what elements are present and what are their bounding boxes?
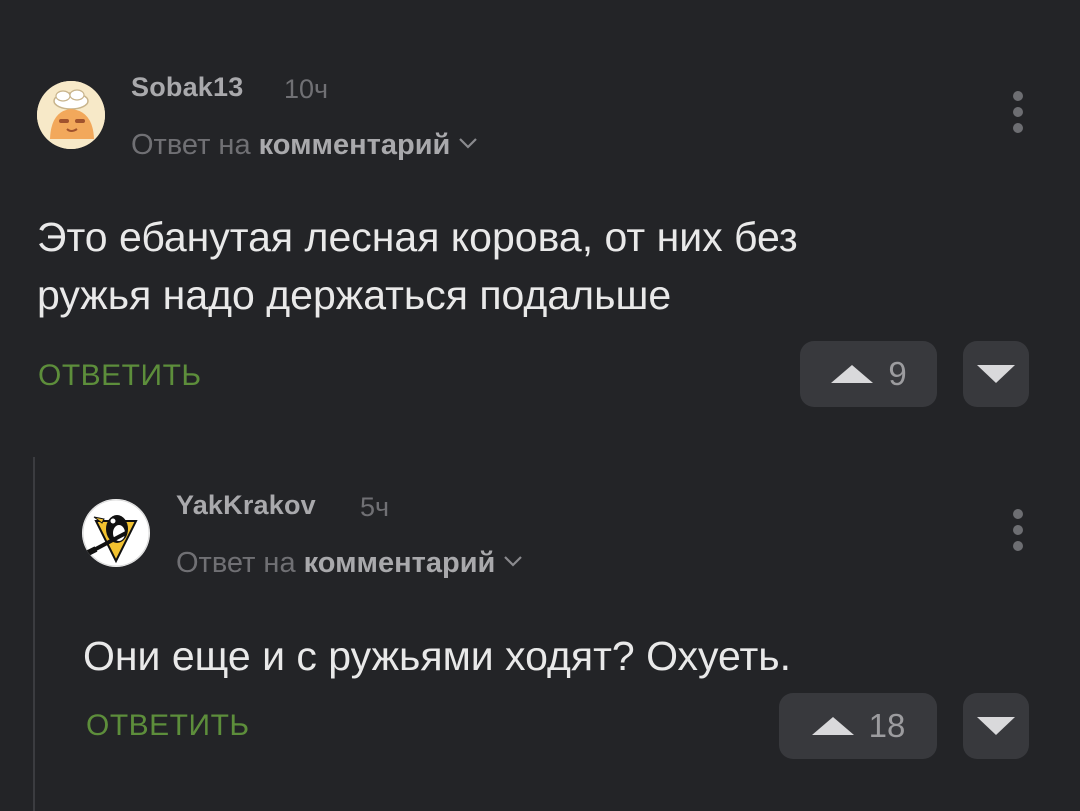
comment-text-line: ружья надо держаться подальше	[37, 272, 672, 318]
comment-time: 10ч	[284, 74, 329, 104]
comment-text: Это ебанутая лесная корова, от них без р…	[37, 208, 798, 324]
avatar[interactable]	[37, 81, 105, 149]
comment-menu-icon[interactable]	[1008, 509, 1028, 559]
reply-to-prefix: Ответ на	[131, 129, 251, 161]
triangle-down-icon	[977, 717, 1015, 735]
comment-menu-icon[interactable]	[1008, 91, 1028, 141]
reply-to-link[interactable]: комментарий	[304, 547, 496, 579]
reply-button[interactable]: ОТВЕТИТЬ	[86, 709, 250, 743]
comment-text-line: Это ебанутая лесная корова, от них без	[37, 214, 798, 260]
reply-to-prefix: Ответ на	[176, 547, 296, 579]
chevron-down-icon[interactable]	[458, 137, 478, 149]
reply-to-line: Ответ на комментарий	[131, 129, 478, 162]
avatar-image	[37, 81, 105, 149]
comment-reply: YakKrakov 5ч Ответ на комментарий Они ещ…	[0, 455, 1080, 811]
comment: Sobak13 10ч Ответ на комментарий Это еба…	[0, 0, 1080, 430]
downvote-button[interactable]	[963, 693, 1029, 759]
author-name[interactable]: YakKrakov	[176, 490, 316, 521]
comments-page: Sobak13 10ч Ответ на комментарий Это еба…	[0, 0, 1080, 811]
comment-text: Они еще и с ружьями ходят? Охуеть.	[83, 627, 791, 685]
chevron-down-icon[interactable]	[503, 555, 523, 567]
rating-count: 9	[888, 355, 907, 392]
downvote-button[interactable]	[963, 341, 1029, 407]
triangle-up-icon	[811, 717, 854, 735]
triangle-down-icon	[977, 365, 1015, 383]
reply-to-link[interactable]: комментарий	[259, 129, 451, 161]
comment-time: 5ч	[360, 492, 390, 522]
upvote-button[interactable]: 18	[779, 693, 937, 759]
avatar-image	[82, 499, 150, 567]
upvote-button[interactable]: 9	[800, 341, 937, 407]
rating-count: 18	[868, 707, 906, 744]
avatar[interactable]	[82, 499, 150, 567]
triangle-up-icon	[831, 365, 874, 383]
reply-button[interactable]: ОТВЕТИТЬ	[38, 359, 202, 393]
reply-to-line: Ответ на комментарий	[176, 547, 523, 580]
comment-text-line: Они еще и с ружьями ходят? Охуеть.	[83, 633, 792, 679]
author-name[interactable]: Sobak13	[131, 72, 243, 103]
